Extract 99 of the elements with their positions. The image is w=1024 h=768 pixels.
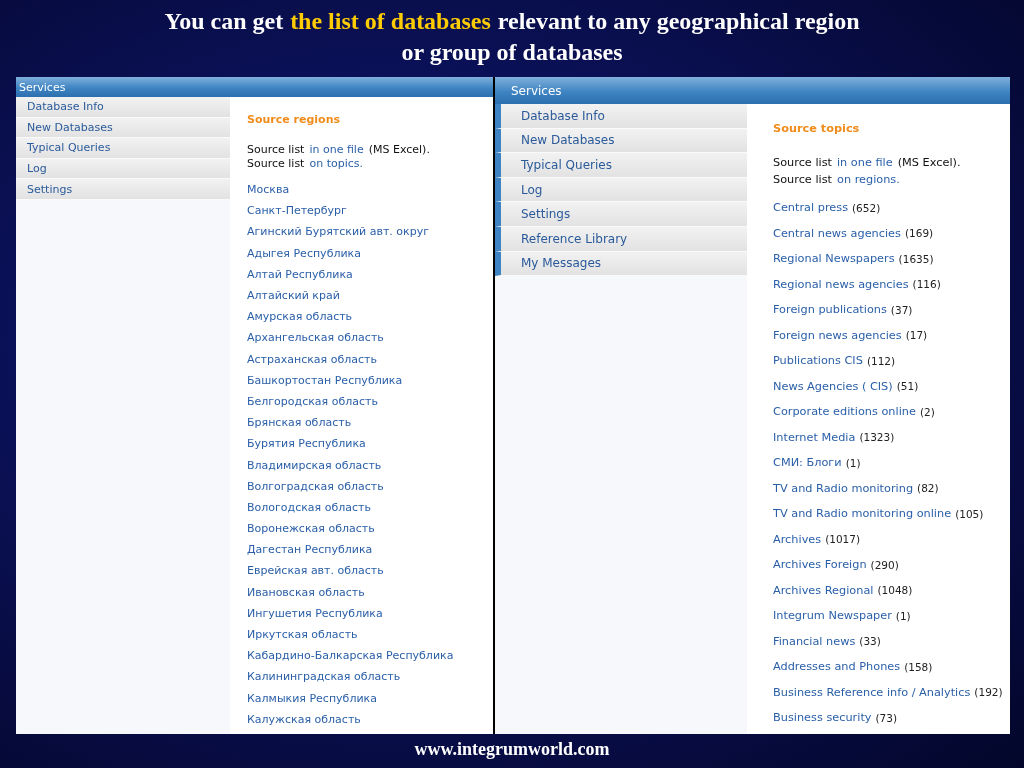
menu-item[interactable]: Database Info bbox=[495, 104, 747, 129]
topic-link[interactable]: Central news agencies bbox=[773, 226, 901, 240]
topic-link[interactable]: Archives Foreign bbox=[773, 558, 867, 572]
slide-title-text: You can get bbox=[164, 7, 284, 35]
region-link[interactable]: Астраханская область bbox=[247, 352, 377, 366]
topic-link[interactable]: Archives bbox=[773, 532, 822, 546]
region-link[interactable]: Алтайский край bbox=[247, 289, 340, 303]
source-count: (17) bbox=[905, 329, 928, 342]
source-count: (192) bbox=[974, 686, 1003, 699]
source-count: (33) bbox=[859, 635, 881, 648]
region-link[interactable]: Еврейская авт. область bbox=[247, 564, 384, 578]
source-count: (2) bbox=[919, 405, 935, 418]
region-link[interactable]: Адыгея Республика bbox=[247, 246, 361, 260]
menu-item[interactable]: Log bbox=[16, 158, 230, 180]
topic-link[interactable]: TV and Radio monitoring bbox=[773, 481, 914, 495]
topic-link[interactable]: Publications CIS bbox=[773, 354, 863, 368]
menu-item[interactable]: Database Info bbox=[16, 97, 230, 118]
menu-item[interactable]: Typical Queries bbox=[495, 153, 747, 178]
region-link[interactable]: Амурская область bbox=[247, 310, 353, 324]
slide-title-text: the list of databases bbox=[290, 7, 491, 35]
region-link[interactable]: Калужская область bbox=[247, 712, 361, 726]
source-count: (112) bbox=[866, 354, 896, 367]
source-list-label: Source list bbox=[773, 155, 832, 171]
menu-item[interactable]: New Databases bbox=[16, 117, 230, 139]
services-header: Services bbox=[495, 77, 1010, 104]
source-count: (1048) bbox=[877, 584, 913, 597]
topic-link[interactable]: Internet Media bbox=[773, 430, 856, 444]
region-link[interactable]: Кабардино-Балкарская Республика bbox=[247, 649, 454, 663]
region-link[interactable]: Башкортостан Республика bbox=[247, 373, 403, 387]
source-count: (1) bbox=[895, 609, 911, 622]
topic-link[interactable]: Corporate editions online bbox=[773, 405, 916, 419]
topic-link[interactable]: Regional Newspapers bbox=[773, 252, 895, 266]
menu-item[interactable]: My Messages bbox=[495, 251, 747, 277]
menu-item[interactable]: Reference Library bbox=[495, 226, 747, 252]
topic-link[interactable]: Business security bbox=[773, 711, 872, 725]
region-link[interactable]: Ингушетия Республика bbox=[247, 606, 383, 620]
format-note: (MS Excel). bbox=[368, 143, 430, 157]
source-count: (37) bbox=[890, 303, 913, 316]
topic-link[interactable]: Addresses and Phones bbox=[773, 660, 901, 674]
source-link[interactable]: on topics. bbox=[309, 156, 363, 170]
source-link[interactable]: in one file bbox=[309, 143, 364, 157]
services-header: Services bbox=[16, 77, 493, 97]
topic-link[interactable]: Business Reference info / Analytics bbox=[773, 685, 971, 699]
region-link[interactable]: Иркутская область bbox=[247, 628, 358, 642]
source-count: (158) bbox=[904, 660, 933, 673]
source-list-label: Source list bbox=[247, 143, 305, 157]
source-link[interactable]: in one file bbox=[837, 154, 893, 171]
topic-link[interactable]: Foreign publications bbox=[773, 303, 887, 317]
website-url: www.integrumworld.com bbox=[414, 739, 610, 760]
source-link[interactable]: on regions. bbox=[837, 171, 900, 188]
region-link[interactable]: Санкт-Петербург bbox=[247, 204, 347, 218]
region-link[interactable]: Воронежская область bbox=[247, 522, 375, 536]
menu-item[interactable]: Log bbox=[495, 177, 747, 203]
source-count: (73) bbox=[875, 711, 898, 724]
source-count: (1635) bbox=[898, 252, 934, 265]
source-count: (1323) bbox=[859, 431, 895, 444]
region-link[interactable]: Калмыкия Республика bbox=[247, 691, 377, 705]
region-link[interactable]: Калининградская область bbox=[247, 670, 401, 684]
region-link[interactable]: Москва bbox=[247, 183, 290, 197]
topic-link[interactable]: Regional news agencies bbox=[773, 277, 909, 291]
source-count: (105) bbox=[955, 507, 984, 520]
source-count: (51) bbox=[896, 380, 919, 393]
topic-link[interactable]: Archives Regional bbox=[773, 583, 874, 597]
source-count: (652) bbox=[852, 201, 881, 214]
format-note: (MS Excel). bbox=[897, 155, 961, 171]
source-count: (169) bbox=[904, 227, 934, 240]
region-link[interactable]: Бурятия Республика bbox=[247, 437, 366, 451]
topic-link[interactable]: Foreign news agencies bbox=[773, 328, 902, 342]
topic-link[interactable]: Financial news bbox=[773, 634, 856, 648]
source-list-label: Source list bbox=[773, 172, 832, 188]
topic-link[interactable]: СМИ: Блоги bbox=[773, 456, 842, 470]
topic-link[interactable]: TV and Radio monitoring online bbox=[773, 507, 952, 521]
region-link[interactable]: Вологодская область bbox=[247, 500, 371, 514]
menu-item[interactable]: Typical Queries bbox=[16, 138, 230, 159]
topic-link[interactable]: Central press bbox=[773, 201, 848, 215]
slide-title-text: relevant to any geographical region bbox=[497, 7, 860, 35]
region-link[interactable]: Ивановская область bbox=[247, 585, 365, 599]
menu-item[interactable]: Settings bbox=[495, 202, 747, 227]
source-count: (290) bbox=[870, 558, 899, 571]
region-link[interactable]: Владимирская область bbox=[247, 458, 382, 472]
source-list-label: Source list bbox=[247, 156, 305, 170]
source-count: (82) bbox=[917, 482, 939, 495]
source-count: (116) bbox=[912, 278, 941, 291]
section-heading: Source topics bbox=[773, 122, 861, 135]
topic-link[interactable]: Integrum Newspaper bbox=[773, 609, 892, 623]
menu-item[interactable]: New Databases bbox=[495, 128, 747, 154]
source-count: (1) bbox=[845, 456, 861, 469]
region-link[interactable]: Брянская область bbox=[247, 416, 352, 430]
region-link[interactable]: Агинский Бурятский авт. округ bbox=[247, 225, 429, 239]
region-link[interactable]: Волгоградская область bbox=[247, 479, 384, 493]
slide-title-text: or group of databases bbox=[401, 38, 623, 66]
topic-link[interactable]: News Agencies ( CIS) bbox=[773, 379, 893, 393]
section-heading: Source regions bbox=[247, 113, 341, 126]
region-link[interactable]: Архангельская область bbox=[247, 331, 384, 345]
region-link[interactable]: Дагестан Республика bbox=[247, 543, 373, 557]
region-link[interactable]: Алтай Республика bbox=[247, 267, 353, 281]
menu-item[interactable]: Settings bbox=[16, 179, 230, 200]
source-count: (1017) bbox=[825, 533, 861, 546]
region-link[interactable]: Белгородская область bbox=[247, 394, 378, 408]
